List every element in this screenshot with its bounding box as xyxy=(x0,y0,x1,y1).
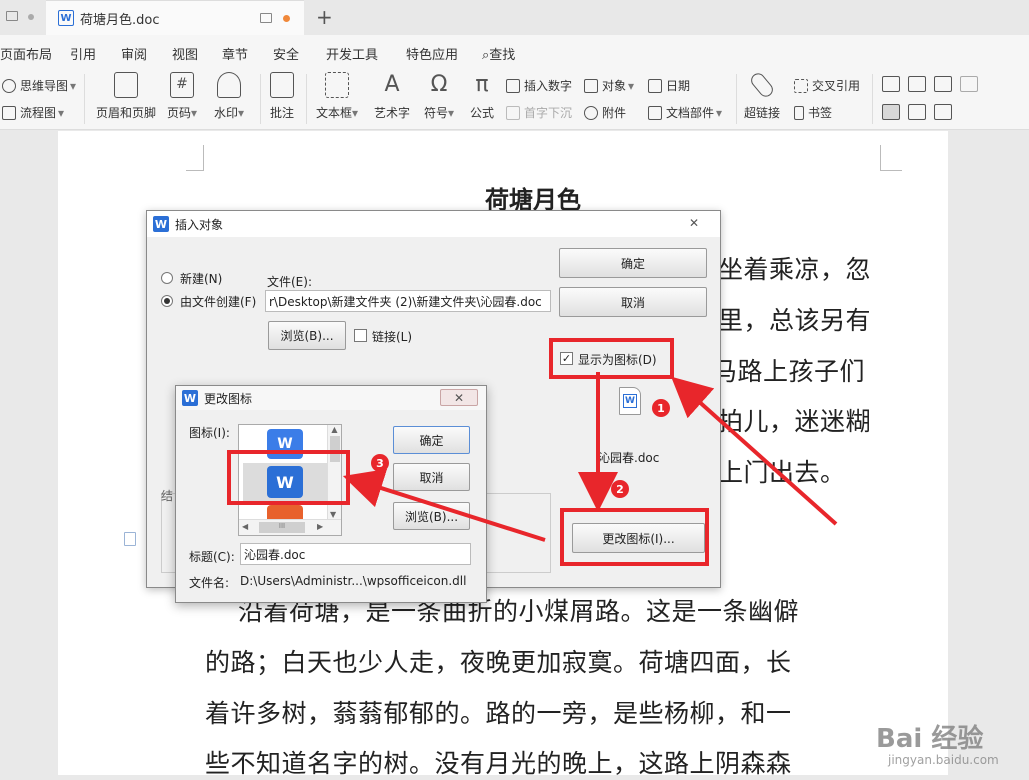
baidu-watermark-url: jingyan.baidu.com xyxy=(888,753,999,767)
annotation-arrows xyxy=(342,372,838,542)
arrow-step-1 xyxy=(671,376,838,526)
arrow-step-3 xyxy=(342,468,546,542)
baidu-watermark: Bai 经验 xyxy=(876,724,984,754)
